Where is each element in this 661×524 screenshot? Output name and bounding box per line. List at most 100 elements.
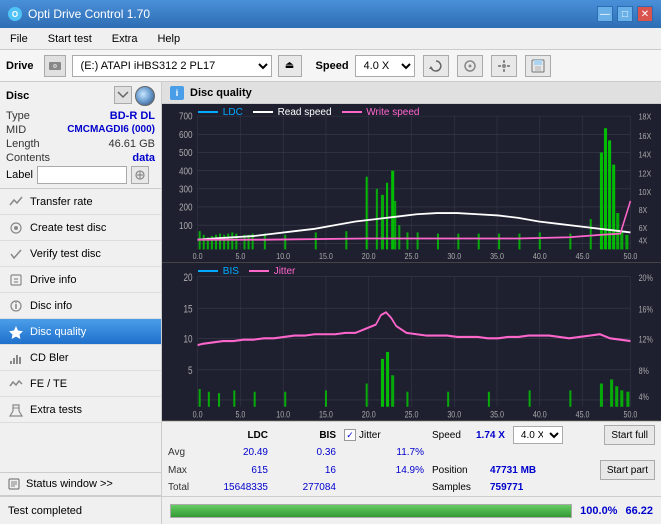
chart1-legend: LDC Read speed Write speed <box>198 107 419 118</box>
bottom-status-bar: Test completed <box>0 496 161 524</box>
minimize-button[interactable]: — <box>597 6 613 22</box>
transfer-rate-icon <box>8 194 24 210</box>
disc-quality-icon <box>8 324 24 340</box>
svg-text:25.0: 25.0 <box>405 251 419 261</box>
disc-info-label: Disc info <box>30 300 72 312</box>
svg-text:30.0: 30.0 <box>447 251 461 261</box>
speed-select[interactable]: 4.0 X <box>355 55 415 77</box>
samples-value: 759771 <box>490 482 523 493</box>
svg-text:4%: 4% <box>639 390 650 401</box>
sidebar-item-cd-bler[interactable]: CD Bler <box>0 345 161 371</box>
position-label: Position <box>432 465 482 476</box>
fe-te-icon <box>8 376 24 392</box>
sidebar-item-disc-info[interactable]: Disc info <box>0 293 161 319</box>
cd-bler-icon <box>8 350 24 366</box>
disc-label-row: Label <box>6 166 155 184</box>
eject-button[interactable]: ⏏ <box>278 55 302 77</box>
chart2-legend: BIS Jitter <box>198 266 295 277</box>
disc-open-button[interactable] <box>114 86 132 104</box>
svg-text:10X: 10X <box>639 187 652 197</box>
sidebar-item-create-test-disc[interactable]: Create test disc <box>0 215 161 241</box>
samples-label: Samples <box>432 482 482 493</box>
cd-bler-label: CD Bler <box>30 352 69 364</box>
save-button[interactable] <box>525 55 551 77</box>
sidebar-item-transfer-rate[interactable]: Transfer rate <box>0 189 161 215</box>
bis-legend: BIS <box>198 266 239 277</box>
svg-text:20.0: 20.0 <box>362 408 376 419</box>
start-part-button[interactable]: Start part <box>600 460 655 480</box>
avg-ldc: 20.49 <box>208 447 268 458</box>
svg-text:35.0: 35.0 <box>490 251 504 261</box>
nav-items: Transfer rate Create test disc Verify te… <box>0 189 161 472</box>
write-speed-legend: Write speed <box>342 107 420 118</box>
chart2-svg: 20 15 10 5 0.0 5.0 10.0 15.0 20.0 25.0 3… <box>162 263 661 421</box>
status-percent: 100.0% <box>580 505 617 517</box>
jitter-header-group: ✓ Jitter <box>344 429 424 441</box>
svg-text:600: 600 <box>179 129 193 140</box>
close-button[interactable]: ✕ <box>637 6 653 22</box>
max-bis: 16 <box>276 465 336 476</box>
status-window-label: Status window >> <box>26 478 113 490</box>
total-label: Total <box>168 482 200 493</box>
menu-start-test[interactable]: Start test <box>42 31 98 47</box>
menu-help[interactable]: Help <box>151 31 186 47</box>
svg-text:5: 5 <box>188 364 193 376</box>
svg-text:16%: 16% <box>639 303 654 314</box>
menu-bar: File Start test Extra Help <box>0 28 661 50</box>
refresh-button[interactable] <box>423 55 449 77</box>
speed-dropdown-stat[interactable]: 4.0 X <box>513 426 563 444</box>
start-full-button[interactable]: Start full <box>604 425 655 445</box>
drive-icon <box>44 55 66 77</box>
max-jitter: 14.9% <box>344 465 424 476</box>
svg-text:4X: 4X <box>639 236 648 246</box>
stats-avg-row: Avg 20.49 0.36 11.7% <box>168 447 655 458</box>
svg-text:45.0: 45.0 <box>576 408 590 419</box>
app-icon: O <box>8 7 22 21</box>
total-ldc: 15648335 <box>208 482 268 493</box>
sidebar-item-extra-tests[interactable]: Extra tests <box>0 397 161 423</box>
jitter-header: Jitter <box>359 430 381 441</box>
main-layout: Disc Type BD-R DL MID CMCMAGDI6 (000) Le… <box>0 82 661 524</box>
speed-label-stat: Speed <box>432 430 468 441</box>
svg-text:400: 400 <box>179 166 193 177</box>
status-window-button[interactable]: Status window >> <box>0 472 161 496</box>
sidebar-item-fe-te[interactable]: FE / TE <box>0 371 161 397</box>
svg-text:15.0: 15.0 <box>319 251 333 261</box>
svg-text:15: 15 <box>183 303 192 315</box>
jitter-legend: Jitter <box>249 266 295 277</box>
menu-file[interactable]: File <box>4 31 34 47</box>
sidebar-item-verify-test-disc[interactable]: Verify test disc <box>0 241 161 267</box>
bis-header: BIS <box>276 430 336 441</box>
disc-button[interactable] <box>457 55 483 77</box>
svg-text:10.0: 10.0 <box>276 251 290 261</box>
jitter-checkbox[interactable]: ✓ <box>344 429 356 441</box>
svg-text:25.0: 25.0 <box>405 408 419 419</box>
disc-length-value: 46.61 GB <box>109 138 155 150</box>
disc-contents-field: Contents data <box>6 152 155 164</box>
sidebar-item-disc-quality[interactable]: Disc quality <box>0 319 161 345</box>
svg-text:45.0: 45.0 <box>576 251 590 261</box>
fe-te-label: FE / TE <box>30 378 67 390</box>
avg-bis: 0.36 <box>276 447 336 458</box>
svg-text:30.0: 30.0 <box>447 408 461 419</box>
stats-total-row: Total 15648335 277084 Samples 759771 <box>168 482 655 493</box>
disc-type-value: BD-R DL <box>110 110 155 122</box>
svg-text:0.0: 0.0 <box>193 408 203 419</box>
svg-text:100: 100 <box>179 220 193 231</box>
maximize-button[interactable]: □ <box>617 6 633 22</box>
drive-select[interactable]: (E:) ATAPI iHBS312 2 PL17 <box>72 55 272 77</box>
stats-max-row: Max 615 16 14.9% Position 47731 MB Start… <box>168 460 655 480</box>
menu-extra[interactable]: Extra <box>106 31 144 47</box>
svg-text:12X: 12X <box>639 169 652 179</box>
disc-label-button[interactable] <box>131 166 149 184</box>
svg-text:14X: 14X <box>639 150 652 160</box>
disc-label-input[interactable] <box>37 166 127 184</box>
settings-button[interactable] <box>491 55 517 77</box>
content-area: i Disc quality LDC Read speed <box>162 82 661 524</box>
svg-text:20: 20 <box>183 271 192 283</box>
disc-mid-field: MID CMCMAGDI6 (000) <box>6 124 155 136</box>
disc-panel-title: Disc <box>6 90 29 102</box>
svg-text:35.0: 35.0 <box>490 408 504 419</box>
sidebar-item-drive-info[interactable]: Drive info <box>0 267 161 293</box>
disc-type-field: Type BD-R DL <box>6 110 155 122</box>
